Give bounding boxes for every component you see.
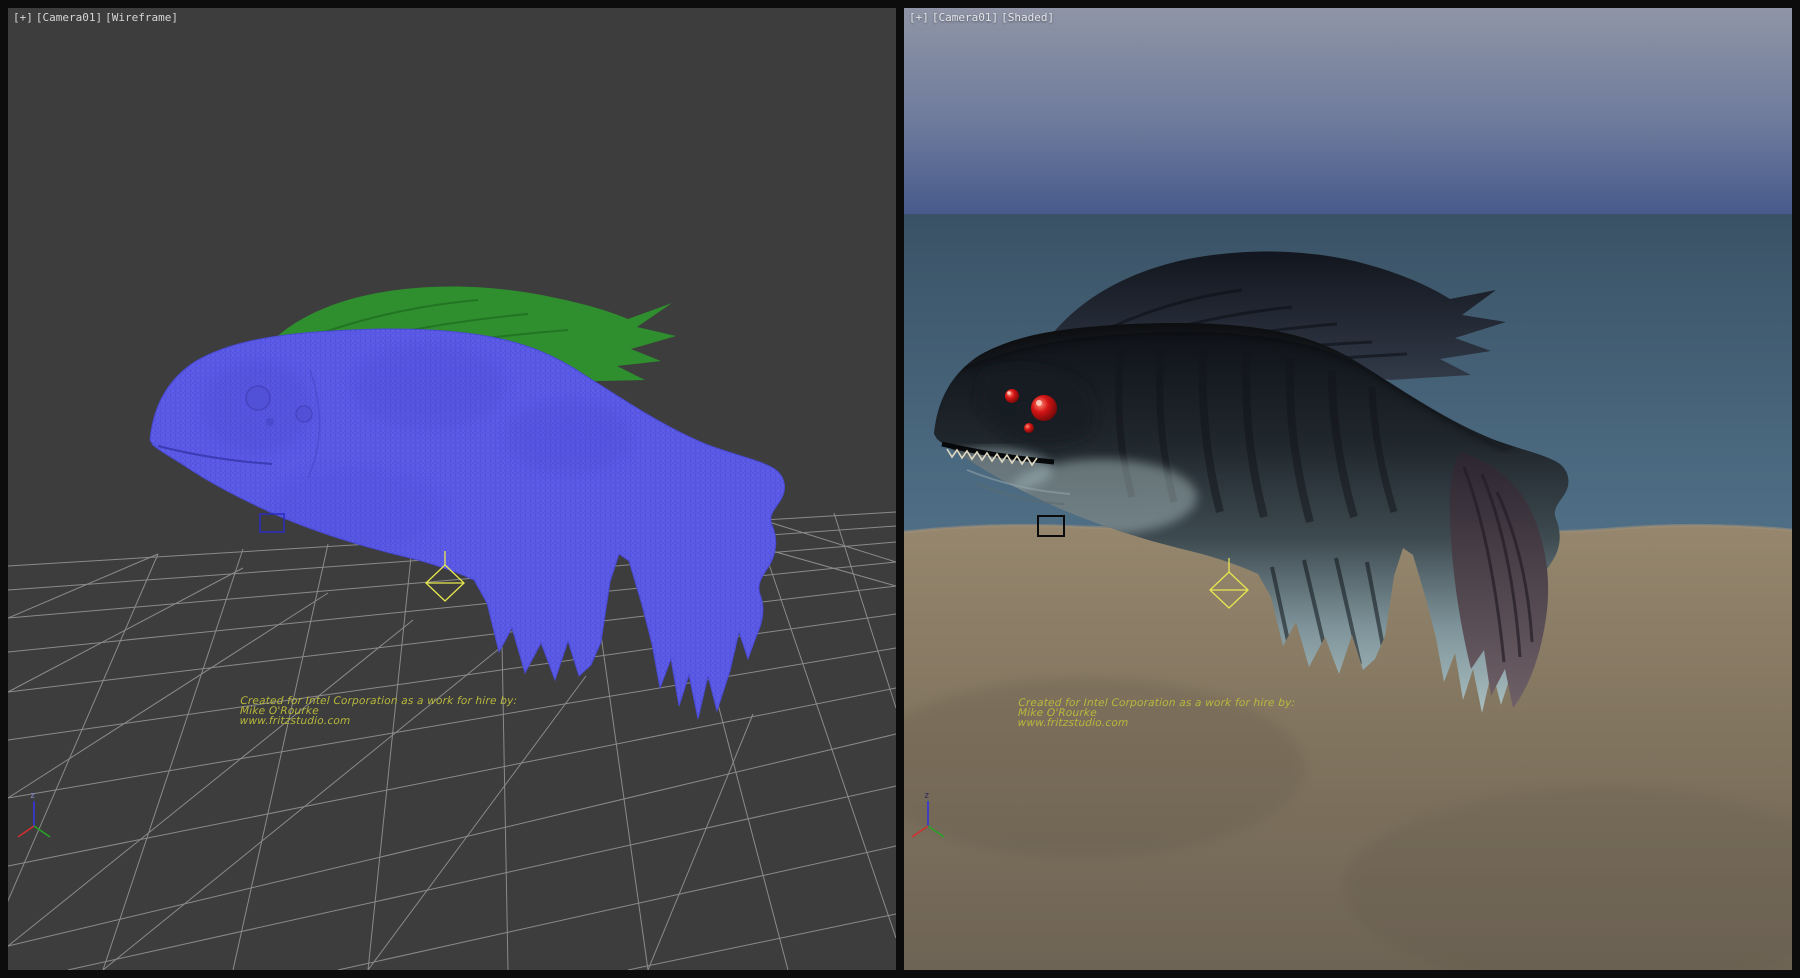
- viewport-menu-shading[interactable]: [Shaded]: [1001, 11, 1054, 24]
- viewport-menu-general[interactable]: [+]: [909, 11, 929, 24]
- attribution-line: www.fritzstudio.com: [239, 716, 516, 726]
- attribution-text: Created for Intel Corporation as a work …: [239, 696, 517, 726]
- fish-eye: [1031, 395, 1057, 421]
- fish-eye: [1024, 423, 1034, 433]
- viewport-label-bar: [+][Camera01][Shaded]: [909, 11, 1057, 24]
- viewport-label-bar: [+][Camera01][Wireframe]: [13, 11, 181, 24]
- app-window: z [+][Camera01][Wireframe] Created for I…: [0, 0, 1800, 978]
- axis-z-label: z: [924, 791, 929, 801]
- wireframe-scene-canvas[interactable]: z: [8, 8, 896, 970]
- shaded-scene-canvas[interactable]: z: [904, 8, 1792, 970]
- viewport-menu-pov[interactable]: [Camera01]: [36, 11, 102, 24]
- viewport-wireframe[interactable]: z [+][Camera01][Wireframe] Created for I…: [8, 8, 896, 970]
- viewport-shaded[interactable]: z [+][Camera01][Shaded] Created for Inte…: [904, 8, 1792, 970]
- axis-z-label: z: [30, 791, 35, 801]
- fish-eye-highlight: [1036, 400, 1042, 406]
- sky-background: [904, 8, 1792, 215]
- attribution-text: Created for Intel Corporation as a work …: [1017, 698, 1295, 728]
- viewport-menu-shading[interactable]: [Wireframe]: [105, 11, 178, 24]
- fish-eye: [266, 418, 274, 426]
- attribution-line: www.fritzstudio.com: [1017, 718, 1294, 728]
- fish-eye: [1005, 389, 1019, 403]
- fish-eye: [246, 386, 270, 410]
- fish-eye: [296, 406, 312, 422]
- fish-eye-highlight: [1007, 391, 1011, 395]
- viewport-menu-general[interactable]: [+]: [13, 11, 33, 24]
- viewport-menu-pov[interactable]: [Camera01]: [932, 11, 998, 24]
